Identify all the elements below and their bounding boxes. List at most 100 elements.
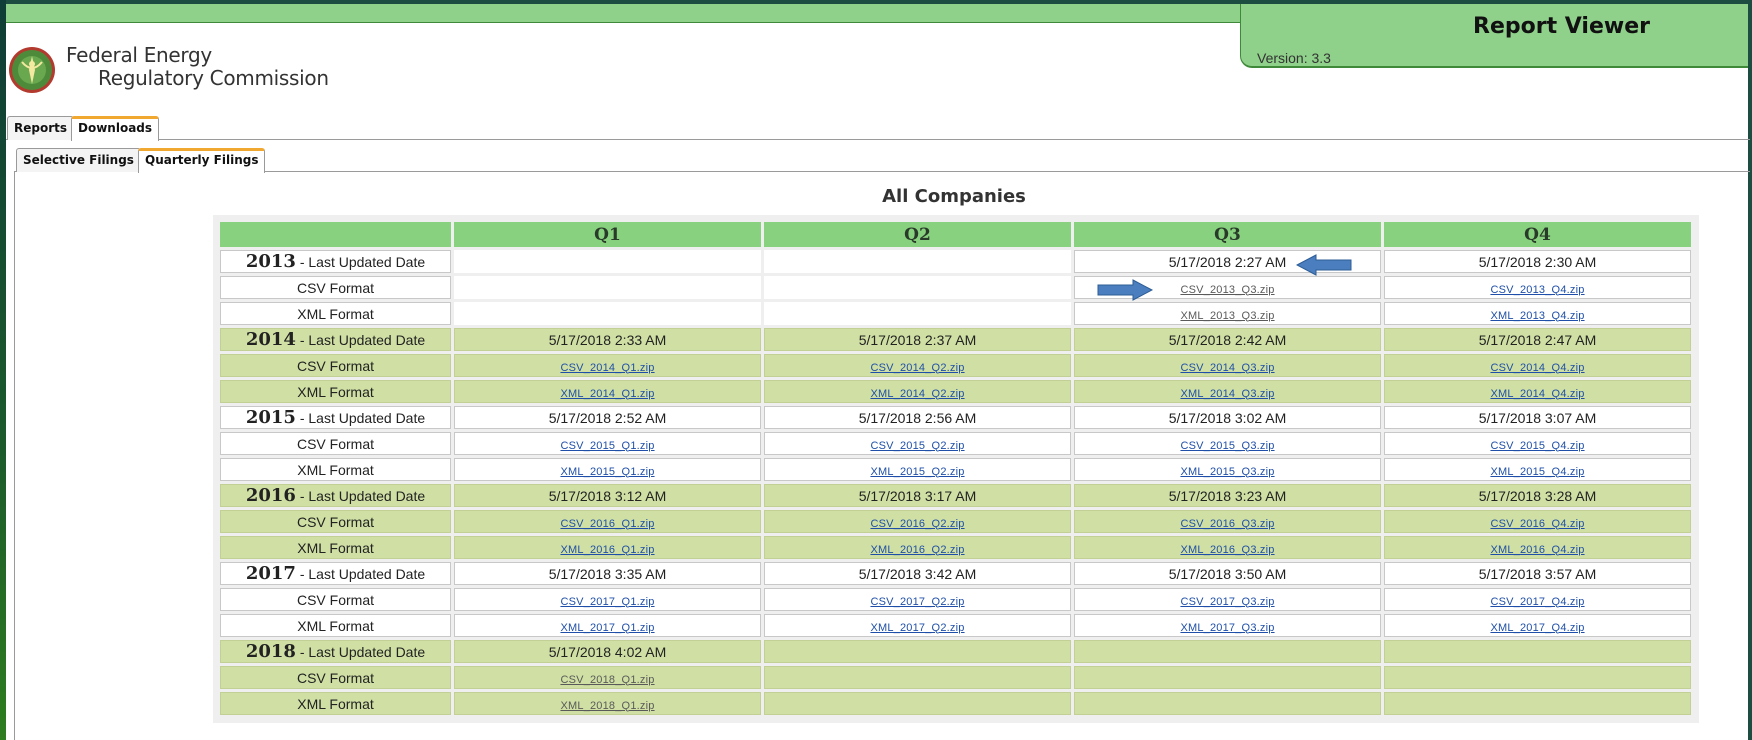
xml-format-label: XML Format — [220, 380, 451, 403]
report-viewer-box: Report Viewer Version: 3.3 — [1240, 4, 1748, 68]
csv-download-link[interactable]: CSV_2016_Q1.zip — [560, 518, 654, 530]
secondary-tab-bar: Selective Filings Quarterly Filings — [14, 148, 1750, 173]
xml-download-link[interactable]: XML_2014_Q4.zip — [1490, 388, 1584, 400]
xml-download-link[interactable]: XML_2015_Q1.zip — [560, 466, 654, 478]
csv-download-link[interactable]: CSV_2014_Q4.zip — [1490, 362, 1584, 374]
tab-downloads[interactable]: Downloads — [71, 116, 160, 141]
year-label-cell: 2018 - Last Updated Date — [220, 640, 451, 663]
csv-download-link[interactable]: CSV_2016_Q3.zip — [1180, 518, 1274, 530]
column-header-q1: Q1 — [454, 222, 761, 247]
table-row: XML Format XML_2018_Q1.zip — [220, 692, 1691, 715]
csv-download-link[interactable]: CSV_2018_Q1.zip — [560, 674, 654, 686]
csv-download-link[interactable]: CSV_2017_Q3.zip — [1180, 596, 1274, 608]
xml-download-link[interactable]: XML_2015_Q3.zip — [1180, 466, 1274, 478]
xml-format-label: XML Format — [220, 302, 451, 325]
csv-download-link[interactable]: CSV_2014_Q1.zip — [560, 362, 654, 374]
table-row: 2014 - Last Updated Date 5/17/2018 2:33 A… — [220, 328, 1691, 351]
xml-download-cell: XML_2017_Q4.zip — [1384, 614, 1691, 637]
csv-download-link[interactable]: CSV_2014_Q2.zip — [870, 362, 964, 374]
csv-download-cell — [764, 666, 1071, 689]
last-updated-date-cell: 5/17/2018 2:47 AM — [1384, 328, 1691, 351]
xml-download-cell: XML_2018_Q1.zip — [454, 692, 761, 715]
xml-download-cell: XML_2016_Q3.zip — [1074, 536, 1381, 559]
csv-download-cell: CSV_2016_Q2.zip — [764, 510, 1071, 533]
last-updated-date-cell: 5/17/2018 3:07 AM — [1384, 406, 1691, 429]
csv-format-label: CSV Format — [220, 354, 451, 377]
window-frame-left — [0, 0, 6, 740]
last-updated-date-cell — [1384, 640, 1691, 663]
xml-download-link[interactable]: XML_2016_Q3.zip — [1180, 544, 1274, 556]
year-label-cell: 2013 - Last Updated Date — [220, 250, 451, 273]
ferc-seal-logo-icon — [9, 47, 55, 93]
year-number: 2017 — [245, 563, 296, 584]
csv-format-label: CSV Format — [220, 432, 451, 455]
xml-download-link[interactable]: XML_2016_Q2.zip — [870, 544, 964, 556]
xml-download-link[interactable]: XML_2017_Q3.zip — [1180, 622, 1274, 634]
table-row: 2016 - Last Updated Date 5/17/2018 3:12 A… — [220, 484, 1691, 507]
left-arrow-icon — [1296, 254, 1352, 276]
xml-download-cell: XML_2016_Q2.zip — [764, 536, 1071, 559]
csv-download-link[interactable]: CSV_2014_Q3.zip — [1180, 362, 1274, 374]
year-number: 2013 — [245, 251, 296, 272]
org-name-line2: Regulatory Commission — [98, 66, 329, 90]
table-row: CSV Format CSV_2018_Q1.zip — [220, 666, 1691, 689]
tab-reports[interactable]: Reports — [7, 116, 75, 140]
xml-download-link[interactable]: XML_2014_Q3.zip — [1180, 388, 1274, 400]
xml-download-link[interactable]: XML_2017_Q1.zip — [560, 622, 654, 634]
csv-download-link[interactable]: CSV_2016_Q2.zip — [870, 518, 964, 530]
xml-download-link[interactable]: XML_2016_Q1.zip — [560, 544, 654, 556]
year-number: 2018 — [245, 641, 296, 662]
xml-format-label: XML Format — [220, 692, 451, 715]
xml-download-link[interactable]: XML_2017_Q2.zip — [870, 622, 964, 634]
app-title: Report Viewer — [1473, 14, 1650, 39]
table-row: 2015 - Last Updated Date 5/17/2018 2:52 A… — [220, 406, 1691, 429]
table-header-row: Q1 Q2 Q3 Q4 — [220, 222, 1691, 247]
empty-cell — [454, 302, 761, 325]
xml-download-link[interactable]: XML_2013_Q3.zip — [1180, 310, 1274, 322]
csv-download-cell: CSV_2017_Q3.zip — [1074, 588, 1381, 611]
xml-download-cell: XML_2014_Q3.zip — [1074, 380, 1381, 403]
csv-download-link[interactable]: CSV_2015_Q3.zip — [1180, 440, 1274, 452]
xml-download-link[interactable]: XML_2018_Q1.zip — [560, 700, 654, 712]
last-updated-label: - Last Updated Date — [299, 410, 426, 426]
last-updated-date-cell: 5/17/2018 2:52 AM — [454, 406, 761, 429]
last-updated-label: - Last Updated Date — [299, 254, 426, 270]
xml-download-link[interactable]: XML_2016_Q4.zip — [1490, 544, 1584, 556]
xml-download-cell: XML_2016_Q4.zip — [1384, 536, 1691, 559]
csv-download-link[interactable]: CSV_2017_Q2.zip — [870, 596, 964, 608]
last-updated-date-cell: 5/17/2018 3:12 AM — [454, 484, 761, 507]
year-label-cell: 2015 - Last Updated Date — [220, 406, 451, 429]
tab-quarterly-filings[interactable]: Quarterly Filings — [138, 148, 266, 173]
csv-download-link[interactable]: CSV_2015_Q1.zip — [560, 440, 654, 452]
empty-cell — [764, 302, 1071, 325]
xml-download-link[interactable]: XML_2014_Q2.zip — [870, 388, 964, 400]
csv-download-link[interactable]: CSV_2013_Q4.zip — [1490, 284, 1584, 296]
csv-format-label: CSV Format — [220, 588, 451, 611]
xml-download-link[interactable]: XML_2015_Q2.zip — [870, 466, 964, 478]
csv-download-link[interactable]: CSV_2015_Q4.zip — [1490, 440, 1584, 452]
tab-selective-filings[interactable]: Selective Filings — [16, 148, 141, 172]
xml-download-cell: XML_2014_Q4.zip — [1384, 380, 1691, 403]
csv-download-cell: CSV_2016_Q4.zip — [1384, 510, 1691, 533]
last-updated-date-cell: 5/17/2018 2:33 AM — [454, 328, 761, 351]
table-row: CSV Format CSV_2017_Q1.zip CSV_2017_Q2.zip… — [220, 588, 1691, 611]
last-updated-date-cell: 5/17/2018 2:42 AM — [1074, 328, 1381, 351]
csv-format-label: CSV Format — [220, 276, 451, 299]
quarterly-filings-table: Q1 Q2 Q3 Q4 2013 - Last Updated Date 5/17… — [217, 219, 1694, 718]
csv-download-cell: CSV_2018_Q1.zip — [454, 666, 761, 689]
xml-download-link[interactable]: XML_2014_Q1.zip — [560, 388, 654, 400]
page-heading: All Companies — [882, 186, 1026, 207]
xml-download-link[interactable]: XML_2017_Q4.zip — [1490, 622, 1584, 634]
xml-download-cell: XML_2015_Q1.zip — [454, 458, 761, 481]
csv-download-link[interactable]: CSV_2017_Q4.zip — [1490, 596, 1584, 608]
xml-download-link[interactable]: XML_2015_Q4.zip — [1490, 466, 1584, 478]
last-updated-date-cell: 5/17/2018 2:56 AM — [764, 406, 1071, 429]
csv-download-link[interactable]: CSV_2016_Q4.zip — [1490, 518, 1584, 530]
xml-download-link[interactable]: XML_2013_Q4.zip — [1490, 310, 1584, 322]
table-row: XML Format XML_2014_Q1.zip XML_2014_Q2.zip… — [220, 380, 1691, 403]
csv-download-link[interactable]: CSV_2015_Q2.zip — [870, 440, 964, 452]
year-number: 2014 — [245, 329, 296, 350]
csv-download-link[interactable]: CSV_2013_Q3.zip — [1180, 284, 1274, 296]
csv-download-link[interactable]: CSV_2017_Q1.zip — [560, 596, 654, 608]
last-updated-date-cell: 5/17/2018 3:28 AM — [1384, 484, 1691, 507]
